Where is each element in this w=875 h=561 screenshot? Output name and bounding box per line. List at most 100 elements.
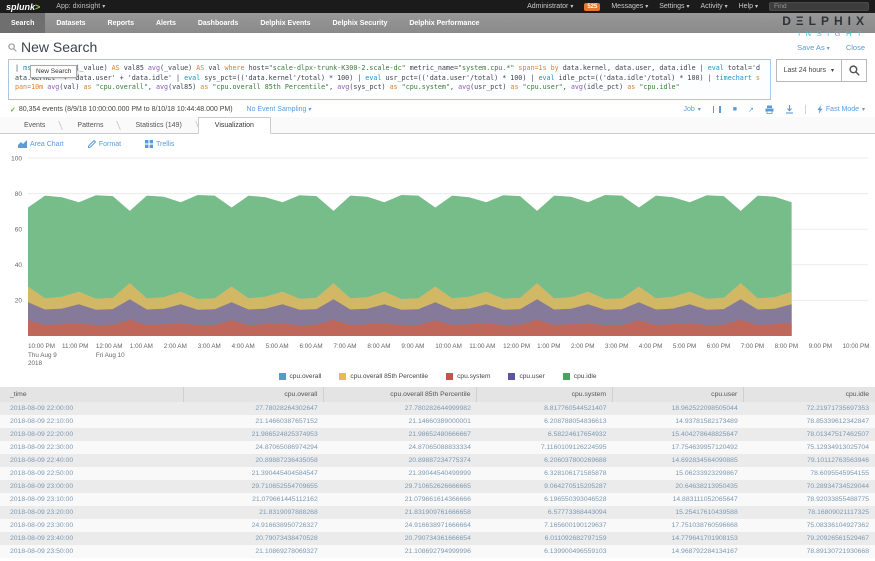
nav-item-delphix-events[interactable]: Delphix Events: [249, 13, 321, 33]
cell-value[interactable]: 15.25417610439588: [613, 506, 744, 519]
cell-value[interactable]: 6.57773368443094: [477, 506, 613, 519]
chart-type-button[interactable]: Area Chart: [18, 140, 64, 148]
col-header-cpu-idle[interactable]: cpu.idle: [744, 387, 875, 402]
cell-value[interactable]: 6.58224617654932: [477, 428, 613, 441]
share-button[interactable]: ↗: [748, 106, 754, 114]
legend-item-cpu-overall[interactable]: cpu.overall: [279, 373, 322, 380]
cell-value[interactable]: 6.208788054836613: [477, 415, 613, 428]
tab-statistics-149-[interactable]: Statistics (149): [119, 118, 197, 133]
cell-time[interactable]: 2018-08-09 23:50:00: [0, 545, 184, 558]
cell-value[interactable]: 78.89130721930668: [744, 545, 875, 558]
print-button[interactable]: [765, 105, 774, 114]
cell-value[interactable]: 15.404278648825647: [613, 428, 744, 441]
cell-value[interactable]: 21.986524825374953: [184, 428, 324, 441]
cell-value[interactable]: 29.710652554709655: [184, 480, 324, 493]
cell-value[interactable]: 20.89887234775374: [324, 454, 477, 467]
cell-value[interactable]: 9.064270515205287: [477, 480, 613, 493]
nav-item-dashboards[interactable]: Dashboards: [187, 13, 249, 33]
col-header-cpu-system[interactable]: cpu.system: [477, 387, 613, 402]
cell-value[interactable]: 27.780282644999982: [324, 402, 477, 415]
cell-value[interactable]: 79.20926561529467: [744, 532, 875, 545]
legend-item-cpu-user[interactable]: cpu.user: [508, 373, 544, 380]
cell-value[interactable]: 14.692834564090885: [613, 454, 744, 467]
cell-value[interactable]: 27.78028264302647: [184, 402, 324, 415]
cell-time[interactable]: 2018-08-09 22:30:00: [0, 441, 184, 454]
format-button[interactable]: Format: [88, 140, 121, 148]
splunk-logo[interactable]: splunk>: [6, 2, 40, 12]
cell-value[interactable]: 7.165600190129637: [477, 519, 613, 532]
cell-value[interactable]: 21.10869278069327: [184, 545, 324, 558]
legend-item-cpu-system[interactable]: cpu.system: [446, 373, 490, 380]
cell-value[interactable]: 72.21971735697353: [744, 402, 875, 415]
event-sampling-menu[interactable]: No Event Sampling ▾: [247, 106, 312, 113]
cell-time[interactable]: 2018-08-09 23:00:00: [0, 480, 184, 493]
legend-item-cpu-overall-85th-percentile[interactable]: cpu.overall 85th Percentile: [339, 373, 428, 380]
cell-value[interactable]: 24.87065086974294: [184, 441, 324, 454]
cell-value[interactable]: 6.196550393046528: [477, 493, 613, 506]
cell-time[interactable]: 2018-08-09 22:50:00: [0, 467, 184, 480]
cell-value[interactable]: 21.8319097888268: [184, 506, 324, 519]
cell-value[interactable]: 21.39044540499999: [324, 467, 477, 480]
cell-time[interactable]: 2018-08-09 22:40:00: [0, 454, 184, 467]
cell-value[interactable]: 24.87065088833334: [324, 441, 477, 454]
cell-value[interactable]: 15.06233923299867: [613, 467, 744, 480]
cell-value[interactable]: 8.817760544521407: [477, 402, 613, 415]
activity-menu[interactable]: Activity ▾: [700, 3, 727, 10]
messages-menu[interactable]: Messages ▾: [611, 3, 648, 10]
cell-value[interactable]: 14.93781582173489: [613, 415, 744, 428]
cell-value[interactable]: 17.754639957120492: [613, 441, 744, 454]
col-header-cpu-overall[interactable]: cpu.overall: [184, 387, 324, 402]
cell-value[interactable]: 78.85339612342847: [744, 415, 875, 428]
cell-value[interactable]: 21.079661445112162: [184, 493, 324, 506]
cell-value[interactable]: 29.710652626666665: [324, 480, 477, 493]
cell-value[interactable]: 70.28934734529044: [744, 480, 875, 493]
app-menu[interactable]: App: dxinsight ▾: [56, 3, 105, 10]
cell-time[interactable]: 2018-08-09 22:00:00: [0, 402, 184, 415]
tab-events[interactable]: Events: [8, 118, 61, 133]
col-header-cpu-overall-85th-percentile[interactable]: cpu.overall 85th Percentile: [324, 387, 477, 402]
cell-time[interactable]: 2018-08-09 23:30:00: [0, 519, 184, 532]
legend-item-cpu-idle[interactable]: cpu.idle: [563, 373, 597, 380]
cell-value[interactable]: 21.390445404584547: [184, 467, 324, 480]
cell-value[interactable]: 78.16809021117325: [744, 506, 875, 519]
search-query-input[interactable]: | mstats perc95(_value) AS val85 avg(_va…: [8, 59, 771, 100]
tab-patterns[interactable]: Patterns: [61, 118, 119, 133]
cell-time[interactable]: 2018-08-09 22:10:00: [0, 415, 184, 428]
col-header-cpu-user[interactable]: cpu.user: [613, 387, 744, 402]
cell-value[interactable]: 6.011092682797159: [477, 532, 613, 545]
cell-value[interactable]: 21.079661614366666: [324, 493, 477, 506]
job-menu[interactable]: Job ▾: [683, 106, 700, 113]
area-chart-canvas[interactable]: 2040608010010:00 PM11:00 PM12:00 AM1:00 …: [0, 152, 875, 370]
cell-value[interactable]: 14.968792284134167: [613, 545, 744, 558]
stop-button[interactable]: ■: [733, 106, 737, 113]
cell-time[interactable]: 2018-08-09 23:20:00: [0, 506, 184, 519]
administrator-menu[interactable]: Administrator ▾: [527, 3, 573, 10]
cell-value[interactable]: 78.01347517462507: [744, 428, 875, 441]
nav-item-datasets[interactable]: Datasets: [45, 13, 96, 33]
cell-value[interactable]: 6.328106171585878: [477, 467, 613, 480]
cell-value[interactable]: 18.962522098505044: [613, 402, 744, 415]
run-search-button[interactable]: [842, 59, 867, 82]
cell-value[interactable]: 6.206037800269688: [477, 454, 613, 467]
find-input[interactable]: [769, 2, 869, 11]
cell-value[interactable]: 6.139900496559103: [477, 545, 613, 558]
cell-value[interactable]: 78.6095545954155: [744, 467, 875, 480]
cell-value[interactable]: 17.751038760596668: [613, 519, 744, 532]
col-header-_time[interactable]: _time: [0, 387, 184, 402]
cell-value[interactable]: 75.12934913025704: [744, 441, 875, 454]
cell-value[interactable]: 20.790734361666654: [324, 532, 477, 545]
cell-value[interactable]: 78.92033855488775: [744, 493, 875, 506]
cell-value[interactable]: 20.79073438470528: [184, 532, 324, 545]
cell-value[interactable]: 24.916638971666664: [324, 519, 477, 532]
cell-time[interactable]: 2018-08-09 23:40:00: [0, 532, 184, 545]
cell-value[interactable]: 21.831909761666658: [324, 506, 477, 519]
nav-item-delphix-security[interactable]: Delphix Security: [322, 13, 399, 33]
cell-time[interactable]: 2018-08-09 22:20:00: [0, 428, 184, 441]
cell-time[interactable]: 2018-08-09 23:10:00: [0, 493, 184, 506]
cell-value[interactable]: 14.779641701908153: [613, 532, 744, 545]
area-chart[interactable]: 2040608010010:00 PM11:00 PM12:00 AM1:00 …: [0, 152, 875, 383]
cell-value[interactable]: 14.883111052065647: [613, 493, 744, 506]
nav-item-alerts[interactable]: Alerts: [145, 13, 187, 33]
help-menu[interactable]: Help ▾: [739, 3, 758, 10]
search-mode-menu[interactable]: Fast Mode ▾: [817, 105, 865, 114]
